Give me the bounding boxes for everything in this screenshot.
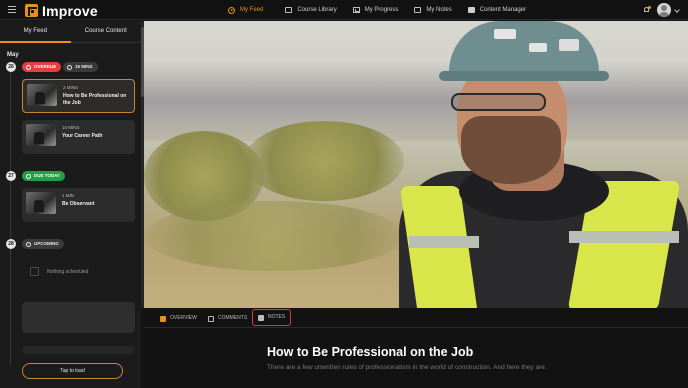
tab-course-content[interactable]: Course Content (70, 21, 141, 43)
calendar-icon (30, 267, 39, 276)
day-marker: 26 (6, 62, 16, 72)
placeholder-card (22, 346, 135, 354)
month-label: May (7, 52, 19, 58)
due-today-badge: DUE TODAY (22, 171, 66, 181)
overview-icon (160, 315, 166, 322)
notes-icon (414, 7, 422, 13)
day-marker: 27 (6, 171, 16, 181)
main-nav: My Feed Course Library My Progress My No… (228, 0, 542, 20)
app-name: Improve (42, 2, 98, 19)
content-tabs: OVERVIEW COMMENTS NOTES (144, 308, 688, 328)
nav-my-notes[interactable]: My Notes (414, 0, 452, 20)
video-player[interactable] (144, 21, 688, 308)
library-icon (285, 7, 293, 13)
comments-icon (208, 315, 214, 322)
tap-to-load-button[interactable]: Tap to load (22, 363, 123, 379)
tab-comments[interactable]: COMMENTS (208, 313, 247, 324)
lesson-thumbnail (27, 84, 57, 106)
tab-overview-label: OVERVIEW (170, 315, 197, 321)
lesson-duration: 1 MIN (62, 193, 75, 198)
lesson-title: Your Career Path (62, 133, 103, 139)
nav-my-feed-label: My Feed (240, 7, 264, 13)
course-title: How to Be Professional on the Job (267, 345, 474, 359)
lesson-title: Be Observant (62, 201, 95, 207)
user-avatar[interactable] (657, 3, 671, 17)
tab-notes-label: NOTES (268, 314, 286, 320)
menu-icon[interactable] (8, 6, 16, 13)
lesson-card[interactable]: 10 MINS Your Career Path (22, 120, 135, 154)
sidebar-tabs: My Feed Course Content (0, 21, 141, 43)
tab-notes[interactable]: NOTES (252, 309, 292, 326)
nav-my-notes-label: My Notes (426, 7, 452, 13)
nav-course-library-label: Course Library (297, 7, 337, 13)
nav-content-manager-label: Content Manager (479, 7, 527, 13)
nav-my-progress-label: My Progress (364, 7, 399, 13)
top-navbar: Improve My Feed Course Library My Progre… (0, 0, 688, 20)
app-logo[interactable]: Improve (25, 2, 98, 19)
chevron-down-icon[interactable] (674, 7, 680, 13)
lesson-duration: 2 MINS (63, 85, 79, 90)
lesson-thumbnail (26, 192, 56, 214)
notification-dot (648, 6, 651, 9)
placeholder-card (22, 302, 135, 333)
course-description: There are a few unwritten rules of profe… (267, 364, 547, 371)
tab-comments-label: COMMENTS (218, 315, 248, 321)
day-marker: 28 (6, 239, 16, 249)
lesson-thumbnail (26, 124, 56, 146)
overdue-badge: OVERDUE (22, 62, 62, 72)
notes-icon (258, 314, 264, 321)
progress-icon (352, 7, 360, 13)
tab-overview[interactable]: OVERVIEW (160, 313, 197, 324)
improve-logo-icon (25, 4, 38, 17)
play-circle-icon (228, 6, 235, 14)
video-frame-worker (399, 21, 688, 308)
nav-content-manager[interactable]: Content Manager (467, 0, 527, 20)
lesson-card[interactable]: 2 MINS How to Be Professional on the Job (22, 79, 135, 113)
sidebar: My Feed Course Content May 26 OVERDUE 15… (0, 21, 141, 388)
lesson-card[interactable]: 1 MIN Be Observant (22, 188, 135, 222)
course-details: OVERVIEW COMMENTS NOTES How to Be Profes… (144, 308, 688, 388)
duration-badge: 15 MINS (63, 62, 98, 72)
tab-my-feed[interactable]: My Feed (0, 21, 71, 43)
notifications-bell-icon[interactable] (643, 6, 651, 13)
nav-my-feed[interactable]: My Feed (228, 0, 263, 20)
nav-my-progress[interactable]: My Progress (352, 0, 399, 20)
empty-state-text: Nothing scheduled (47, 269, 89, 275)
nav-course-library[interactable]: Course Library (285, 0, 337, 20)
timeline-line (10, 65, 11, 365)
folder-icon (467, 7, 475, 13)
lesson-title: How to Be Professional on the Job (63, 93, 127, 106)
lesson-duration: 10 MINS (62, 125, 80, 130)
upcoming-badge: UPCOMING (22, 239, 64, 249)
